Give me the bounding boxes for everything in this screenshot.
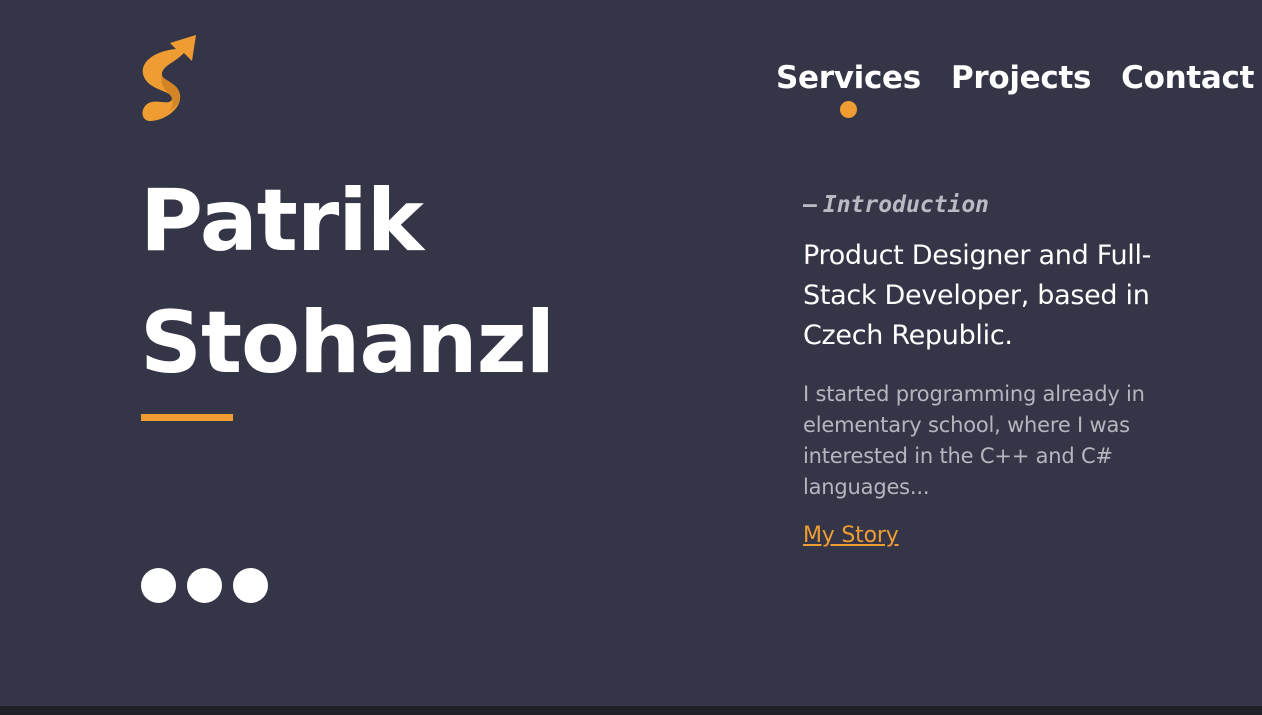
eyebrow-dash: –	[803, 192, 817, 218]
bottom-bar	[0, 706, 1262, 715]
section-eyebrow: – Introduction	[803, 192, 989, 218]
nav-link-projects[interactable]: Projects	[950, 58, 1092, 98]
nav-link-contact[interactable]: Contact	[1121, 58, 1254, 98]
logo[interactable]	[140, 33, 198, 123]
nav-link-services[interactable]: Services	[776, 58, 921, 118]
eyebrow-label: Introduction	[822, 192, 990, 218]
social-link-3[interactable]	[233, 568, 268, 603]
social-links	[141, 568, 268, 603]
social-link-1[interactable]	[141, 568, 176, 603]
hero-last-name: Stohanzl	[140, 293, 555, 393]
active-indicator-dot	[840, 101, 858, 118]
nav-link-label: Projects	[950, 60, 1092, 96]
social-link-2[interactable]	[187, 568, 222, 603]
hero-first-name: Patrik	[140, 171, 424, 271]
name-underline	[141, 414, 233, 421]
main-nav: Services Projects Contact	[776, 58, 1254, 118]
intro-headline: Product Designer and Full-Stack Develope…	[803, 240, 1152, 351]
intro-paragraph: I started programming already in element…	[803, 382, 1145, 499]
nav-link-label: Services	[776, 60, 921, 96]
s-arrow-logo-icon	[142, 35, 196, 121]
nav-link-label: Contact	[1121, 60, 1255, 96]
my-story-link[interactable]: My Story	[803, 523, 899, 548]
hero-name: Patrik Stohanzl	[140, 160, 555, 404]
